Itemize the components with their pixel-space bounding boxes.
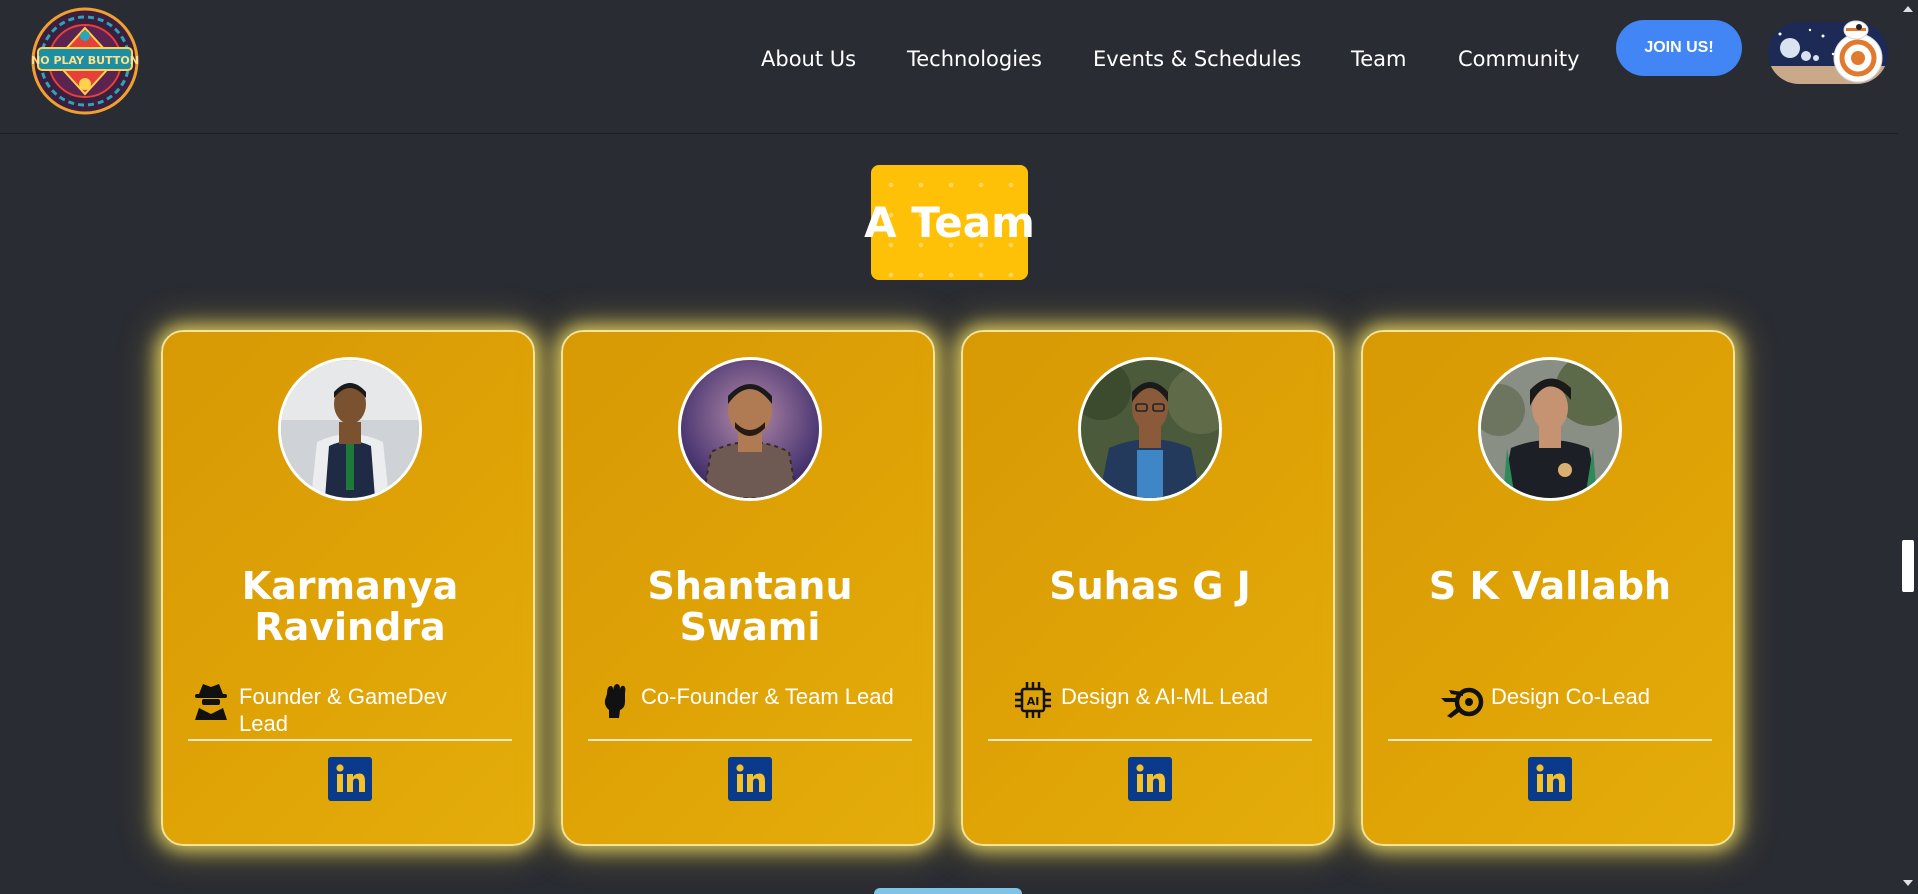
member-role-text: Design Co-Lead [1491,684,1650,709]
avatar [1478,357,1622,501]
nav-community[interactable]: Community [1458,44,1580,74]
join-us-button[interactable]: JOIN US! [1616,20,1742,76]
page-scrollbar[interactable] [1898,0,1918,892]
card-divider [188,739,512,741]
member-role: Co-Founder & Team Lead [563,680,933,736]
linkedin-icon[interactable] [728,757,772,801]
scroll-down-icon[interactable] [1903,880,1913,886]
card-divider [588,739,912,741]
member-name: Suhas G J [1049,564,1251,608]
card-divider [988,739,1312,741]
member-role: Founder & GameDev Lead [163,680,533,736]
nav-about-us[interactable]: About Us [761,44,856,74]
linkedin-icon[interactable] [1128,757,1172,801]
section-title-badge: A Team [864,165,1035,280]
site-header: NO PLAY BUTTON About Us Technologies Eve… [0,0,1898,134]
card-divider [1388,739,1712,741]
scroll-up-icon[interactable] [1903,6,1913,12]
member-role-text: Founder & GameDev Lead [239,684,447,736]
team-card-shantanu: Shantanu Swami Co-Founder & Team Lead [561,330,935,846]
linkedin-icon[interactable] [328,757,372,801]
team-card-suhas: Suhas G J AI Design & AI-ML Lead [961,330,1335,846]
member-role: AI Design & AI-ML Lead [963,680,1333,736]
svg-text:AI: AI [1027,695,1040,708]
member-name: S K Vallabh [1428,564,1672,608]
scroll-thumb[interactable] [1902,540,1914,592]
blender-icon [1441,687,1484,718]
main-nav: About Us Technologies Events & Schedules… [0,44,1898,74]
section-title: A Team [864,198,1035,247]
ai-chip-icon: AI [1015,682,1051,718]
space-theme-toggle-icon[interactable] [1768,14,1888,91]
team-card-vallabh: S K Vallabh Design Co-Lead [1361,330,1735,846]
next-section-badge [874,888,1022,894]
avatar [278,357,422,501]
nav-events-schedules[interactable]: Events & Schedules [1093,44,1301,74]
nav-technologies[interactable]: Technologies [907,44,1042,74]
spy-icon [195,684,227,720]
member-role-text: Co-Founder & Team Lead [641,684,894,709]
linkedin-icon[interactable] [1528,757,1572,801]
member-name: Shantanu Swami [647,564,853,649]
raised-fist-icon [604,684,626,718]
member-name: Karmanya Ravindra [241,564,459,649]
nav-team[interactable]: Team [1351,44,1407,74]
member-role: Design Co-Lead [1363,680,1733,736]
avatar [678,357,822,501]
avatar [1078,357,1222,501]
member-role-text: Design & AI-ML Lead [1061,684,1269,709]
team-card-karmanya: Karmanya Ravindra Founder & GameDev Lead [161,330,535,846]
